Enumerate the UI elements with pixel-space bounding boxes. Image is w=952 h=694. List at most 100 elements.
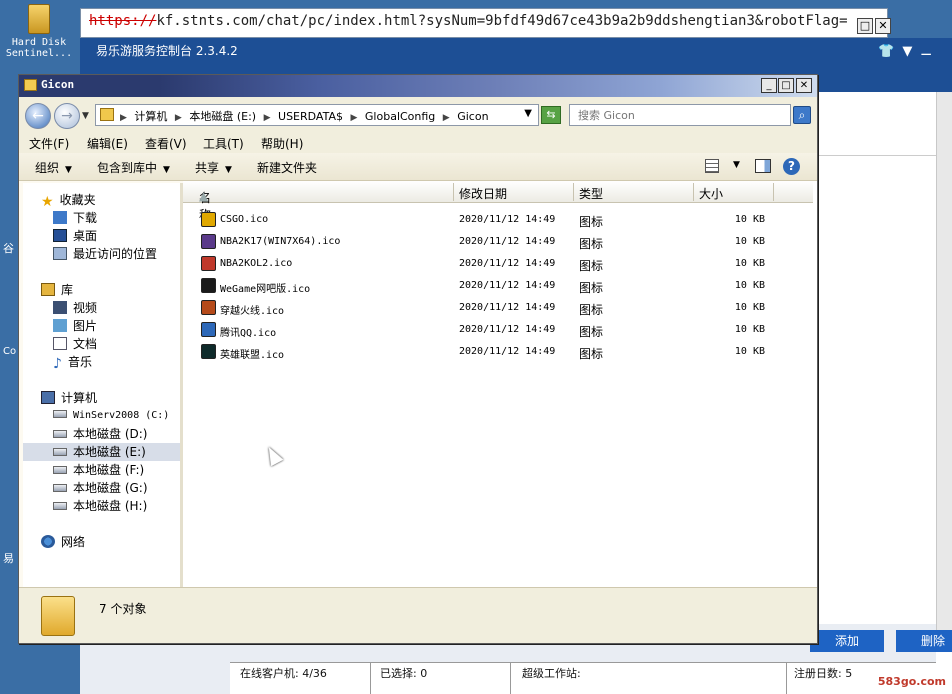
tree-drive-d[interactable]: 本地磁盘 (D:) [53,425,147,443]
tree-drive-h[interactable]: 本地磁盘 (H:) [53,497,147,515]
menu-bar: 文件(F) 编辑(E) 查看(V) 工具(T) 帮助(H) [19,133,817,153]
menu-edit[interactable]: 编辑(E) [87,135,128,152]
file-size: 10 KB [734,236,765,247]
star-icon: ★ [41,194,54,210]
minimize-button[interactable]: _ [761,78,777,93]
file-name: 穿越火线.ico [220,306,285,317]
file-row[interactable]: NBA2KOL2.ico 2020/11/12 14:49 图标 10 KB [183,253,813,275]
tree-libraries[interactable]: 库 [41,281,73,299]
forward-button[interactable]: → [54,103,80,129]
tree-network[interactable]: 网络 [41,533,85,551]
organize-button[interactable]: 组织 ▼ [35,159,72,176]
folder-icon [24,79,37,91]
tree-computer[interactable]: 计算机 [41,389,97,407]
hard-disk-sentinel-desktop-icon[interactable]: Hard Disk Sentinel... [4,2,74,59]
tree-drive-c[interactable]: WinServ2008 (C:) [53,407,169,425]
delete-button[interactable]: 删除 [896,630,952,652]
close-button[interactable]: ✕ [796,78,812,93]
file-date: 2020/11/12 14:49 [459,324,556,335]
file-size: 10 KB [734,258,765,269]
address-bar[interactable]: ▶ 计算机 ▶ 本地磁盘 (E:) ▶ USERDATA$ ▶ GlobalCo… [95,104,539,126]
browser-maximize-button[interactable]: □ [857,18,873,34]
nba2kol2-icon [201,256,216,271]
menu-file[interactable]: 文件(F) [29,135,69,152]
tree-desktop[interactable]: 桌面 [53,227,97,245]
tree-documents[interactable]: 文档 [53,335,97,353]
tree-drive-e[interactable]: 本地磁盘 (E:) [23,443,180,461]
menu-help[interactable]: 帮助(H) [261,135,303,152]
crossfire-icon [201,300,216,315]
chevron-down-icon[interactable]: ▼ [733,160,740,170]
file-date: 2020/11/12 14:49 [459,280,556,291]
file-type: 图标 [579,303,604,317]
file-type: 图标 [579,281,604,295]
tree-videos[interactable]: 视频 [53,299,97,317]
item-count: 7 个对象 [99,602,147,616]
browser-url[interactable]: https://kf.stnts.com/chat/pc/index.html?… [89,13,849,29]
column-size[interactable]: 大小 [699,185,723,202]
console-scrollbar[interactable] [936,92,952,652]
league-of-legends-icon [201,344,216,359]
download-icon [53,211,67,224]
view-options-icon[interactable] [705,159,719,173]
tree-pictures[interactable]: 图片 [53,317,97,335]
add-button[interactable]: 添加 [810,630,884,652]
breadcrumb-item[interactable]: GlobalConfig [365,110,435,123]
file-type: 图标 [579,325,604,339]
refresh-button[interactable]: ⇆ [541,106,561,124]
breadcrumb-item[interactable]: Gicon [457,110,488,123]
menu-tools[interactable]: 工具(T) [203,135,244,152]
file-size: 10 KB [734,302,765,313]
desktop-edge-text: 谷 [3,242,14,255]
file-size: 10 KB [734,346,765,357]
preview-pane-icon[interactable] [755,159,771,173]
file-type: 图标 [579,347,604,361]
search-input[interactable] [570,105,770,125]
search-icon[interactable]: ⌕ [793,106,811,124]
help-icon[interactable]: ? [783,158,800,175]
explorer-window: Gicon _ □ ✕ ← → ▼ ▶ 计算机 ▶ 本地磁盘 (E:) ▶ US… [18,74,818,644]
details-pane: 7 个对象 [19,587,817,643]
console-toolbar-icons[interactable]: 👕▼⚊ [878,44,940,59]
column-date[interactable]: 修改日期 [459,185,507,202]
file-row[interactable]: 英雄联盟.ico 2020/11/12 14:49 图标 10 KB [183,341,813,363]
file-row[interactable]: NBA2K17(WIN7X64).ico 2020/11/12 14:49 图标… [183,231,813,253]
breadcrumb-item[interactable]: USERDATA$ [278,110,343,123]
file-row[interactable]: CSGO.ico 2020/11/12 14:49 图标 10 KB [183,209,813,231]
file-type: 图标 [579,259,604,273]
title-bar[interactable]: Gicon _ □ ✕ [19,75,817,97]
folder-icon [41,596,75,636]
status-selected: 已选择: 0 [380,667,428,680]
tree-favorites[interactable]: ★ 收藏夹 [41,191,96,210]
column-type[interactable]: 类型 [579,185,603,202]
tree-drive-g[interactable]: 本地磁盘 (G:) [53,479,148,497]
menu-view[interactable]: 查看(V) [145,135,187,152]
maximize-button[interactable]: □ [778,78,794,93]
file-name: 英雄联盟.ico [220,350,285,361]
back-button[interactable]: ← [25,103,51,129]
file-row[interactable]: 穿越火线.ico 2020/11/12 14:49 图标 10 KB [183,297,813,319]
chevron-down-icon[interactable]: ▼ [524,108,532,119]
tree-recent[interactable]: 最近访问的位置 [53,245,157,263]
share-button[interactable]: 共享 ▼ [195,159,232,176]
file-row[interactable]: WeGame网吧版.ico 2020/11/12 14:49 图标 10 KB [183,275,813,297]
tree-drive-f[interactable]: 本地磁盘 (F:) [53,461,144,479]
sort-ascending-icon: ▲ [199,189,209,203]
file-row[interactable]: 腾讯QQ.ico 2020/11/12 14:49 图标 10 KB [183,319,813,341]
tree-downloads[interactable]: 下载 [53,209,97,227]
folder-icon [100,108,114,121]
tree-music[interactable]: ♪ 音乐 [53,353,92,372]
system-drive-icon [53,410,67,418]
browser-close-button[interactable]: ✕ [875,18,891,34]
new-folder-button[interactable]: 新建文件夹 [257,159,317,176]
history-dropdown-icon[interactable]: ▼ [82,111,89,121]
nba2k17-icon [201,234,216,249]
include-library-button[interactable]: 包含到库中 ▼ [97,159,170,176]
chevron-down-icon: ▼ [225,165,232,175]
file-date: 2020/11/12 14:49 [459,346,556,357]
file-size: 10 KB [734,280,765,291]
search-box [569,104,791,126]
breadcrumb-item[interactable]: 本地磁盘 (E:) [189,110,256,123]
watermark: 583go.com [877,675,946,688]
breadcrumb-item[interactable]: 计算机 [134,110,167,123]
